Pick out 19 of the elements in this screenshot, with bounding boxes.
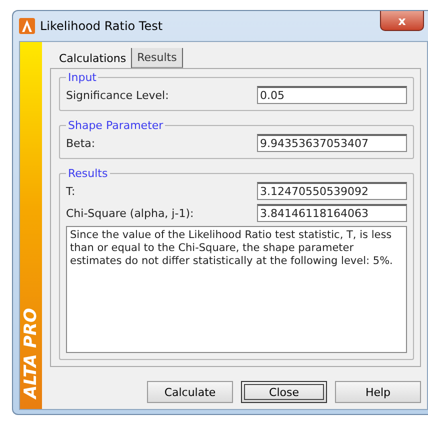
input-field[interactable]: 3.12470550539092 <box>257 182 407 200</box>
dialog-button[interactable]: Help <box>335 381 421 403</box>
input-field[interactable]: 3.84146118164063 <box>257 204 407 222</box>
field-label: Beta: <box>66 136 96 150</box>
input-field[interactable]: 0.05 <box>257 86 407 104</box>
dialog-button[interactable]: Calculate <box>147 381 233 403</box>
app-logo-icon <box>19 18 35 34</box>
field-label: Significance Level: <box>66 88 169 102</box>
window-title: Likelihood Ratio Test <box>40 19 164 33</box>
brand-text: ALTA PRO <box>21 308 41 399</box>
field-label: T: <box>66 184 76 198</box>
input-field[interactable]: 9.94353637053407 <box>257 134 407 152</box>
dialog-button[interactable]: Close <box>241 381 327 403</box>
tab[interactable]: Results <box>132 48 183 68</box>
group-title: Input <box>67 71 98 84</box>
field-label: Chi-Square (alpha, j-1): <box>66 206 194 220</box>
message-text: Since the value of the Likelihood Ratio test statistic, T, is less than or equal to the Chi-Square, the shape parameter estimates do not differ statistically at the following level: 5%. <box>66 226 407 353</box>
group-title: Shape Parameter <box>67 119 164 132</box>
group-title: Results <box>67 167 109 180</box>
